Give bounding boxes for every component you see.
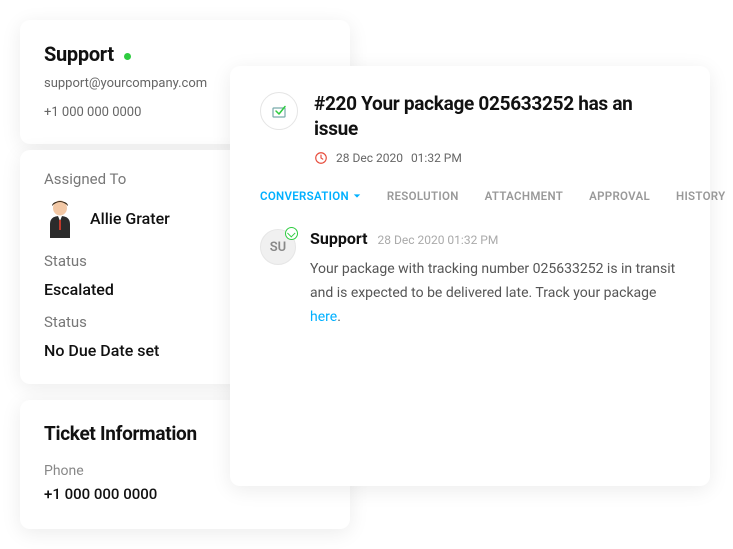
chevron-down-icon <box>353 192 361 200</box>
clock-icon <box>314 151 328 165</box>
message-body-after: . <box>337 309 341 325</box>
tab-approval[interactable]: APPROVAL <box>589 189 650 203</box>
ticket-detail-panel: #220 Your package 025633252 has an issue… <box>230 66 710 486</box>
verified-badge-icon <box>285 227 298 240</box>
track-link[interactable]: here <box>310 309 337 325</box>
tab-conversation-label: CONVERSATION <box>260 189 349 203</box>
panel-header: #220 Your package 025633252 has an issue… <box>260 92 680 165</box>
phone-value: +1 000 000 0000 <box>44 485 326 503</box>
tab-history[interactable]: HISTORY <box>676 189 726 203</box>
message-body-text: Your package with tracking number 025633… <box>310 261 675 301</box>
ticket-meta: 28 Dec 2020 01:32 PM <box>314 151 680 165</box>
conversation-entry: SU Support 28 Dec 2020 01:32 PM Your pac… <box>260 229 680 329</box>
tabs: CONVERSATION RESOLUTION ATTACHMENT APPRO… <box>260 189 680 203</box>
tab-conversation[interactable]: CONVERSATION <box>260 189 361 203</box>
online-indicator-icon <box>124 53 131 60</box>
ticket-title: #220 Your package 025633252 has an issue <box>314 92 680 141</box>
message-avatar: SU <box>260 229 296 265</box>
assignee-avatar-icon <box>44 198 76 238</box>
tab-resolution[interactable]: RESOLUTION <box>387 189 459 203</box>
ticket-type-icon <box>260 92 298 130</box>
message-timestamp: 28 Dec 2020 01:32 PM <box>378 233 499 247</box>
ticket-date: 28 Dec 2020 <box>336 151 403 165</box>
message-author: Support <box>310 229 368 248</box>
message-body: Your package with tracking number 025633… <box>310 258 680 329</box>
support-title: Support <box>44 42 114 66</box>
assignee-name: Allie Grater <box>90 209 170 228</box>
avatar-initials: SU <box>270 240 286 255</box>
tab-attachment[interactable]: ATTACHMENT <box>485 189 563 203</box>
ticket-time: 01:32 PM <box>411 151 462 165</box>
